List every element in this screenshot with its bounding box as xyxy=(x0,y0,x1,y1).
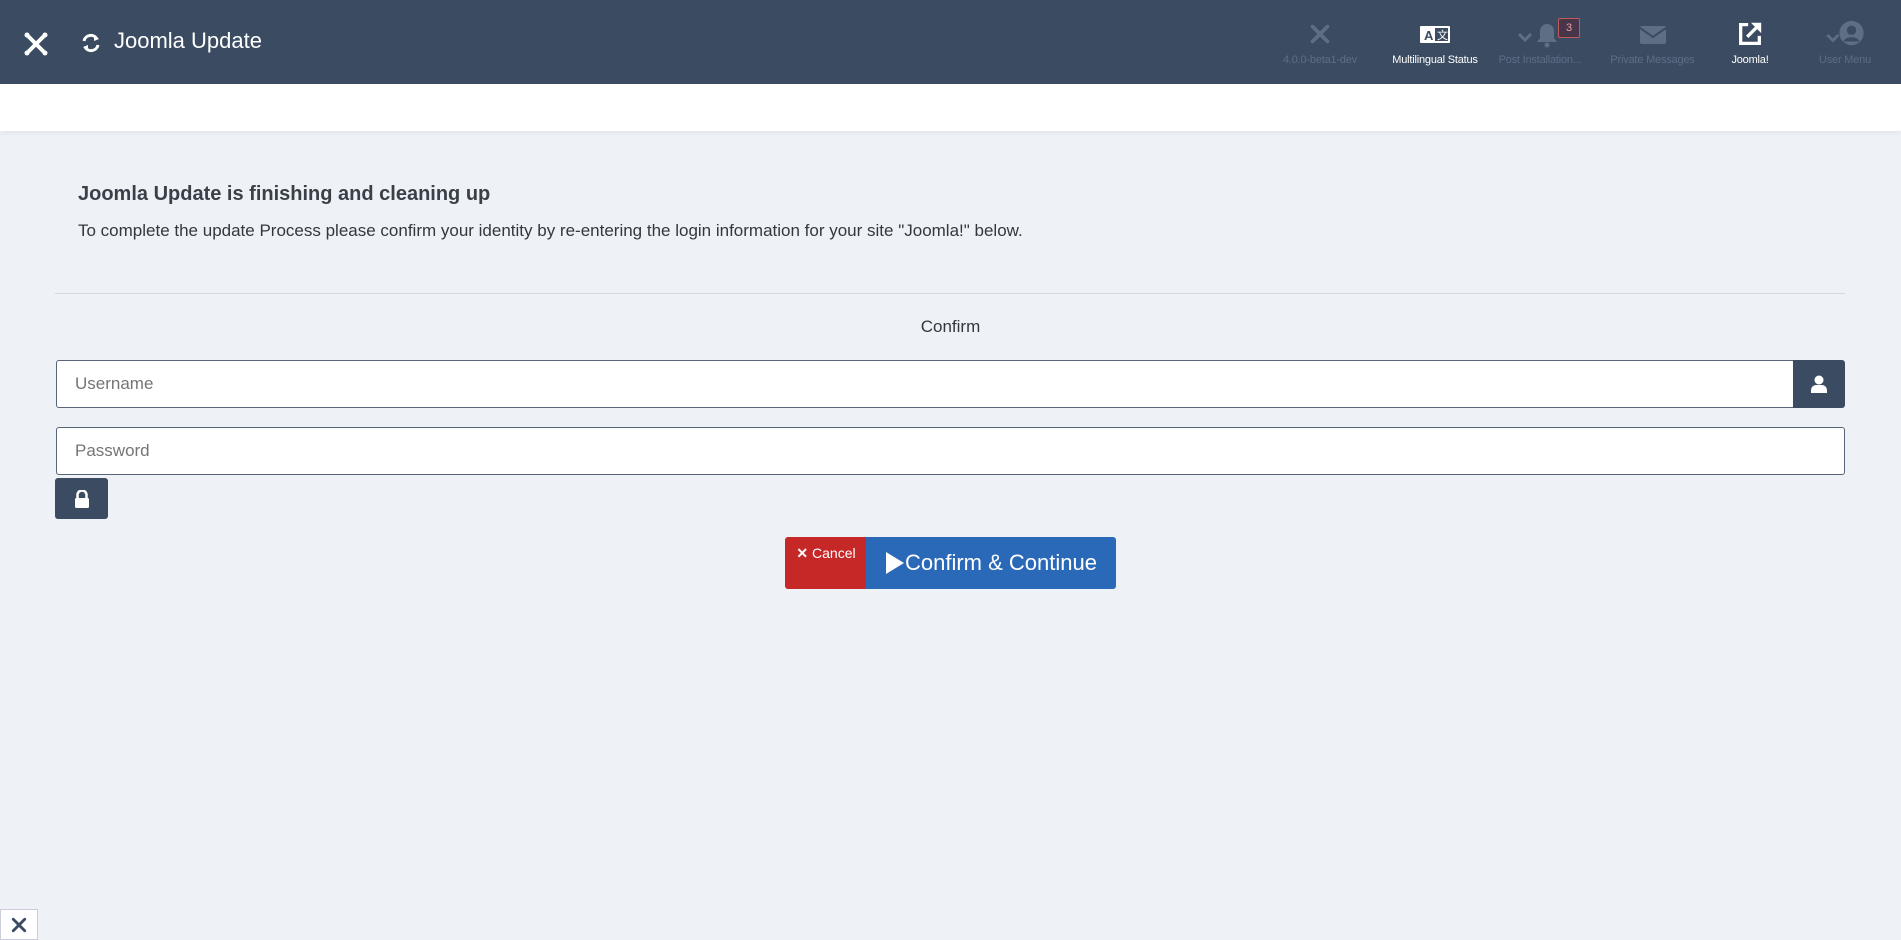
joomla-corner-logo xyxy=(0,909,38,940)
cancel-label: Cancel xyxy=(812,545,856,561)
svg-text:A: A xyxy=(1424,28,1434,43)
notification-count-badge: 3 xyxy=(1558,18,1580,38)
language-icon: A 文 xyxy=(1420,26,1450,43)
sync-icon xyxy=(82,33,100,53)
cancel-button[interactable]: ✕ Cancel xyxy=(785,537,867,589)
play-icon xyxy=(886,552,904,574)
username-field[interactable] xyxy=(56,360,1794,408)
user-icon xyxy=(1811,375,1827,393)
user-circle-icon xyxy=(1826,20,1864,46)
joomla-icon xyxy=(1310,24,1330,44)
joomla-small-icon xyxy=(11,917,27,932)
header-bar: Joomla Update 4.0.0-beta1-dev A 文 Multil… xyxy=(0,0,1901,84)
fieldset-legend: Confirm xyxy=(920,317,981,336)
update-description: To complete the update Process please co… xyxy=(78,221,1023,240)
site-link[interactable]: Joomla! xyxy=(1720,16,1780,76)
lock-icon xyxy=(74,489,89,508)
private-messages-label: Private Messages xyxy=(1610,54,1695,66)
password-addon[interactable] xyxy=(55,478,108,519)
user-menu-label: User Menu xyxy=(1819,54,1871,66)
external-link-icon xyxy=(1739,22,1762,45)
password-field[interactable] xyxy=(56,427,1845,475)
joomla-logo-icon[interactable] xyxy=(22,30,50,58)
user-menu-toggle[interactable]: User Menu xyxy=(1805,16,1885,76)
confirm-continue-button[interactable]: Confirm & Continue xyxy=(866,537,1116,589)
page-title: Joomla Update xyxy=(114,28,262,53)
envelope-icon xyxy=(1638,26,1667,44)
svg-text:文: 文 xyxy=(1437,28,1448,42)
site-label: Joomla! xyxy=(1731,54,1769,66)
private-messages-link[interactable]: Private Messages xyxy=(1600,16,1705,76)
multilingual-status-link[interactable]: A 文 Multilingual Status xyxy=(1385,16,1485,76)
update-heading: Joomla Update is finishing and cleaning … xyxy=(78,183,491,205)
fieldset-divider xyxy=(55,293,1845,294)
toolbar xyxy=(0,84,1901,131)
close-icon: ✕ xyxy=(796,545,809,561)
version-label: 4.0.0-beta1-dev xyxy=(1282,54,1358,66)
confirm-label: Confirm & Continue xyxy=(905,550,1097,575)
multilingual-label: Multilingual Status xyxy=(1392,54,1478,66)
user-addon xyxy=(1793,360,1845,408)
post-installation-label: Post Installation... xyxy=(1498,54,1582,66)
bell-icon xyxy=(1517,24,1557,48)
version-link[interactable]: 4.0.0-beta1-dev xyxy=(1275,16,1365,76)
